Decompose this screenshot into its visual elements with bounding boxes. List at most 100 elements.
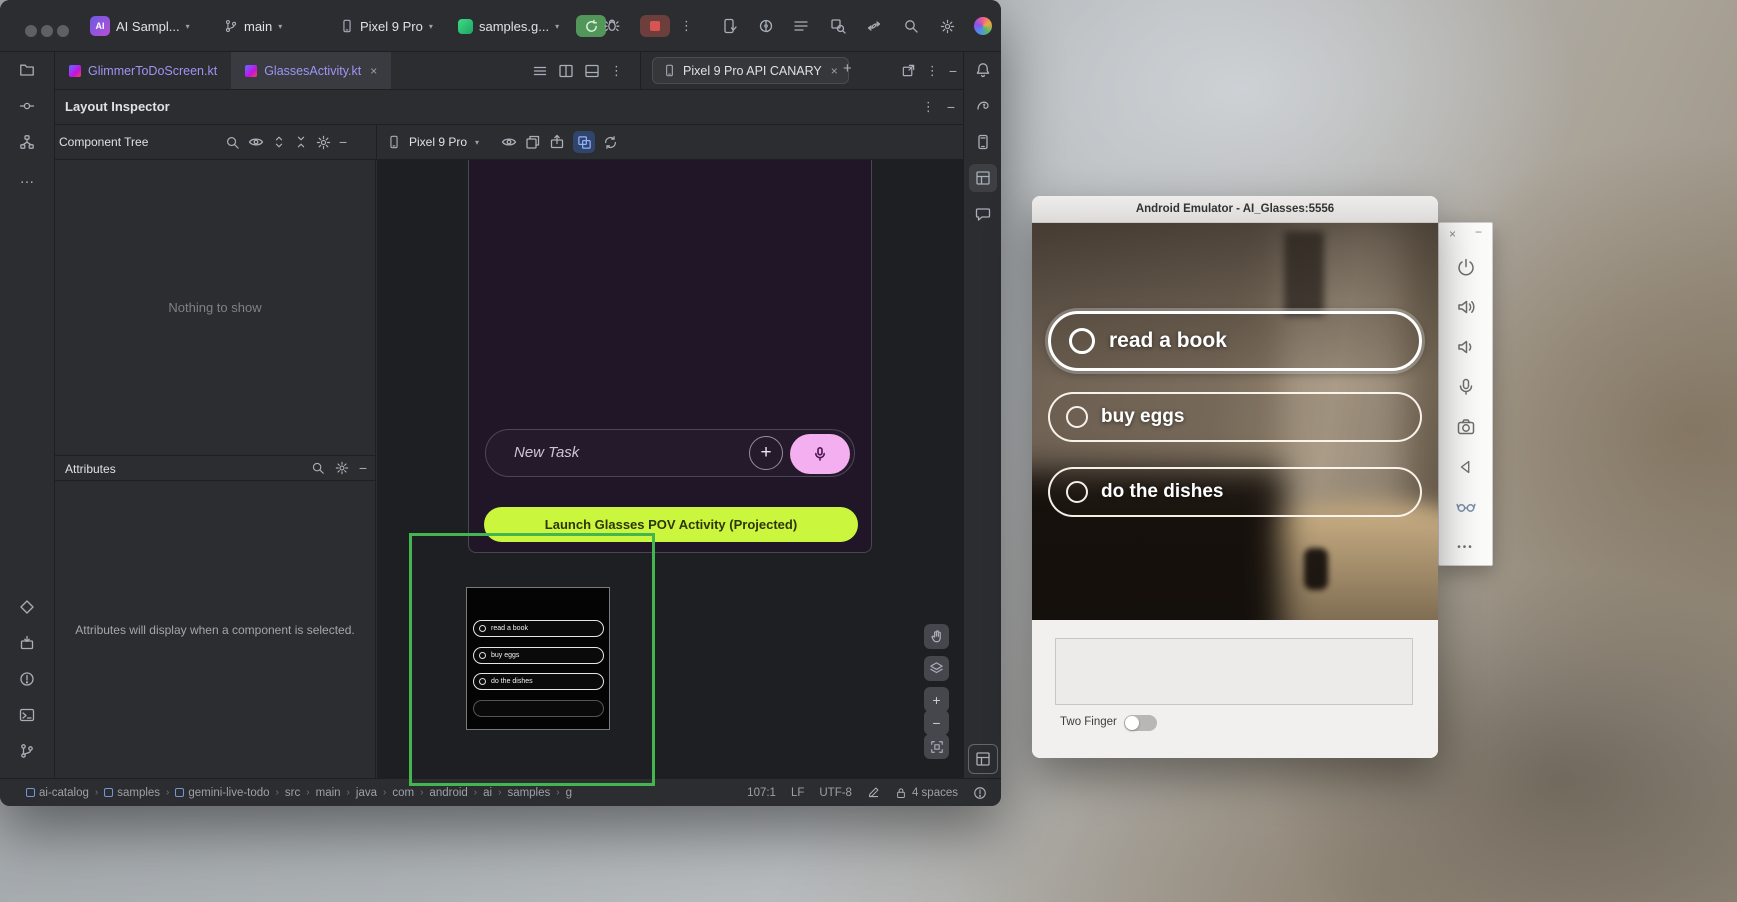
close-window-button[interactable]	[25, 25, 37, 37]
volume-down-button[interactable]	[1439, 327, 1492, 367]
profile-avatar[interactable]	[974, 17, 992, 35]
task-item-read-a-book[interactable]: read a book	[1048, 311, 1422, 371]
breadcrumb-item[interactable]: ai-catalog	[26, 787, 89, 799]
indent-widget[interactable]: 4 spaces	[895, 787, 958, 799]
emulator-titlebar[interactable]: Android Emulator - AI_Glasses:5556	[1032, 196, 1438, 223]
chevron-down-icon[interactable]: ▾	[475, 138, 479, 147]
search-everywhere-button[interactable]	[903, 18, 919, 34]
breadcrumb-item[interactable]: main	[316, 787, 341, 799]
inspector-device-name[interactable]: Pixel 9 Pro	[409, 135, 467, 149]
launch-glasses-pov-button[interactable]: Launch Glasses POV Activity (Projected)	[484, 507, 858, 542]
voice-input-button[interactable]	[790, 434, 850, 474]
hide-panel-button[interactable]: −	[947, 99, 955, 115]
terminal-tool-button[interactable]	[13, 701, 41, 729]
close-icon[interactable]: ×	[1449, 227, 1456, 241]
line-separator-widget[interactable]: LF	[791, 787, 804, 799]
device-manager-button[interactable]	[969, 128, 997, 156]
edit-mode-icon[interactable]	[867, 786, 880, 799]
running-devices-options-button[interactable]: ⋮	[926, 60, 939, 82]
rendered-device-screen[interactable]: New Task + Launch Glasses POV Activity (…	[468, 160, 872, 553]
back-button[interactable]	[1439, 447, 1492, 487]
glasses-mode-button[interactable]	[1439, 487, 1492, 527]
layout-validation-button[interactable]	[722, 18, 738, 34]
caret-position-widget[interactable]: 107:1	[747, 787, 776, 799]
debug-button[interactable]	[604, 17, 620, 33]
breadcrumb-item[interactable]: samples	[104, 787, 160, 799]
minimize-window-button[interactable]	[41, 25, 53, 37]
dependencies-tool-button[interactable]	[13, 629, 41, 657]
commit-tool-button[interactable]	[13, 92, 41, 120]
emulator-screen[interactable]: read a book buy eggs do the dishes	[1032, 223, 1438, 620]
breadcrumb-item[interactable]: src	[285, 787, 300, 799]
inspections-status-icon[interactable]	[973, 786, 987, 800]
app-inspection-button[interactable]	[830, 18, 846, 34]
project-tool-button[interactable]	[13, 56, 41, 84]
refresh-icon[interactable]	[603, 135, 618, 150]
more-options-button[interactable]: •••	[1439, 527, 1492, 567]
power-button[interactable]	[1439, 247, 1492, 287]
visibility-filter-icon[interactable]	[501, 134, 517, 150]
gear-icon[interactable]	[335, 461, 349, 475]
checkbox-circle-icon[interactable]	[1069, 328, 1095, 354]
hide-attributes-button[interactable]: −	[359, 460, 367, 476]
more-run-options-button[interactable]: ⋮	[680, 15, 693, 37]
settings-button[interactable]	[939, 18, 955, 34]
editor-options-button[interactable]: ⋮	[610, 60, 623, 82]
gradle-tool-button[interactable]	[969, 92, 997, 120]
editor-layout-icon[interactable]	[584, 63, 600, 79]
open-in-new-window-icon[interactable]	[901, 63, 916, 78]
insights-tool-button[interactable]	[13, 593, 41, 621]
task-item-buy-eggs[interactable]: buy eggs	[1048, 392, 1422, 442]
task-item-do-the-dishes[interactable]: do the dishes	[1048, 467, 1422, 517]
logcat-button[interactable]	[793, 18, 809, 34]
snapshot-icon[interactable]	[525, 134, 541, 150]
tab-glimmertodoscreen[interactable]: GlimmerToDoScreen.kt	[55, 52, 231, 89]
breadcrumb-item[interactable]: gemini-live-todo	[175, 787, 269, 799]
zoom-in-button[interactable]: +	[924, 687, 949, 712]
live-updates-toggle[interactable]	[573, 131, 595, 153]
camera-button[interactable]	[1439, 407, 1492, 447]
device-selector[interactable]: Pixel 9 Pro ▾	[340, 15, 433, 37]
export-snapshot-icon[interactable]	[549, 134, 565, 150]
breadcrumb-item[interactable]: com	[392, 787, 414, 799]
device-render-pane[interactable]: New Task + Launch Glasses POV Activity (…	[377, 160, 963, 778]
layers-3d-button[interactable]	[924, 656, 949, 681]
collapse-all-icon[interactable]	[294, 135, 308, 149]
expand-all-icon[interactable]	[272, 135, 286, 149]
view-list-icon[interactable]	[532, 63, 548, 79]
tab-glassesactivity[interactable]: GlassesActivity.kt ×	[231, 52, 391, 89]
glasses-pov-preview-screen[interactable]: read a book buy eggs do the dishes	[466, 587, 610, 730]
add-device-button[interactable]: +	[843, 60, 852, 77]
breadcrumb-item[interactable]: ai	[483, 787, 492, 799]
problems-tool-button[interactable]	[13, 665, 41, 693]
search-icon[interactable]	[311, 461, 325, 475]
hide-tree-button[interactable]: −	[339, 134, 347, 150]
minimize-icon[interactable]: −	[1475, 225, 1482, 239]
new-task-field[interactable]: New Task +	[485, 429, 855, 477]
run-configuration-selector[interactable]: samples.g... ▾	[458, 15, 559, 37]
split-editor-icon[interactable]	[558, 63, 574, 79]
breadcrumb-item[interactable]: android	[429, 787, 467, 799]
notifications-button[interactable]	[969, 56, 997, 84]
gear-icon[interactable]	[316, 135, 331, 150]
layout-inspector-corner-button[interactable]	[968, 744, 998, 774]
vcs-branch-selector[interactable]: main ▾	[224, 15, 282, 37]
microphone-button[interactable]	[1439, 367, 1492, 407]
device-mirroring-button[interactable]	[866, 18, 882, 34]
volume-up-button[interactable]	[1439, 287, 1492, 327]
running-device-tab[interactable]: Pixel 9 Pro API CANARY ×	[652, 57, 849, 84]
pan-mode-button[interactable]	[924, 624, 949, 649]
compose-preview-button[interactable]	[758, 18, 774, 34]
layout-inspector-tool-button[interactable]	[969, 164, 997, 192]
visibility-icon[interactable]	[248, 134, 264, 150]
assistant-chat-button[interactable]	[969, 200, 997, 228]
two-finger-toggle[interactable]	[1124, 715, 1157, 731]
checkbox-circle-icon[interactable]	[1066, 481, 1088, 503]
zoom-window-button[interactable]	[57, 25, 69, 37]
component-tree-panel[interactable]: Nothing to show	[55, 160, 376, 455]
project-selector[interactable]: AI AI Sampl... ▾	[90, 15, 190, 37]
touch-input-area[interactable]	[1055, 638, 1413, 705]
rerun-button[interactable]	[576, 15, 606, 37]
structure-tool-button[interactable]	[13, 128, 41, 156]
add-task-button[interactable]: +	[749, 436, 783, 470]
